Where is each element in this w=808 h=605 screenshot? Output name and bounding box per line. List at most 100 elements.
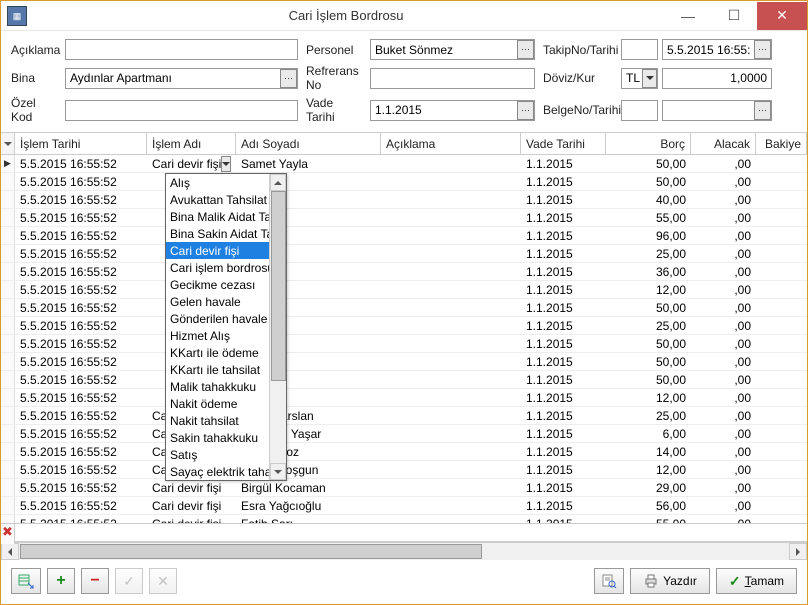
cell[interactable] xyxy=(381,173,521,190)
cell[interactable]: Esra Yağcıoğlu xyxy=(236,497,381,514)
table-row[interactable]: 5.5.2015 16:55:52Cari devir fişiMürsel A… xyxy=(1,407,807,425)
grid-options-button[interactable] xyxy=(11,568,41,594)
cell[interactable]: ,00 xyxy=(691,371,756,388)
personel-input[interactable] xyxy=(370,39,535,60)
row-handle[interactable] xyxy=(1,497,15,514)
col-islem-adi[interactable]: İşlem Adı xyxy=(147,133,236,154)
row-handle[interactable] xyxy=(1,335,15,352)
cell[interactable]: 5.5.2015 16:55:52 xyxy=(15,407,147,424)
row-handle[interactable] xyxy=(1,191,15,208)
cell[interactable]: 1.1.2015 xyxy=(521,497,606,514)
row-handle[interactable] xyxy=(1,371,15,388)
table-row[interactable]: 5.5.2015 16:55:52Cari devir fişiMesut Co… xyxy=(1,461,807,479)
cell[interactable]: 5.5.2015 16:55:52 xyxy=(15,443,147,460)
close-button[interactable]: ✕ xyxy=(757,2,807,30)
cell[interactable]: Cari devir fişi xyxy=(147,515,236,523)
dropdown-item[interactable]: Bina Sakin Aidat Tahakkuku xyxy=(166,225,269,242)
takiptarihi-lookup-button[interactable]: ⋯ xyxy=(754,40,771,59)
row-handle[interactable] xyxy=(1,389,15,406)
aciklama-input[interactable] xyxy=(65,39,298,60)
cell[interactable]: 1.1.2015 xyxy=(521,281,606,298)
dropdown-item[interactable]: Sakin tahakkuku xyxy=(166,429,269,446)
cell[interactable]: 1.1.2015 xyxy=(521,407,606,424)
cell[interactable]: ,00 xyxy=(691,299,756,316)
cell[interactable]: 29,00 xyxy=(606,479,691,496)
dropdown-item[interactable]: Cari işlem bordrosu xyxy=(166,259,269,276)
row-handle[interactable]: ▶ xyxy=(1,155,15,172)
cell[interactable]: 5.5.2015 16:55:52 xyxy=(15,497,147,514)
cell[interactable]: 50,00 xyxy=(606,173,691,190)
row-handle[interactable] xyxy=(1,443,15,460)
cell[interactable]: ,00 xyxy=(691,515,756,523)
row-handle[interactable] xyxy=(1,425,15,442)
cell[interactable]: 50,00 xyxy=(606,155,691,172)
cell[interactable]: 5.5.2015 16:55:52 xyxy=(15,479,147,496)
cell[interactable]: 5.5.2015 16:55:52 xyxy=(15,335,147,352)
dropdown-item[interactable]: Avukattan Tahsilat xyxy=(166,191,269,208)
cell[interactable]: 55,00 xyxy=(606,515,691,523)
cell[interactable]: 56,00 xyxy=(606,497,691,514)
cell[interactable]: 5.5.2015 16:55:52 xyxy=(15,299,147,316)
table-row[interactable]: 5.5.2015 16:55:52Cari devir fişiEsra Yağ… xyxy=(1,497,807,515)
belgeno-input[interactable] xyxy=(621,100,658,121)
cell[interactable] xyxy=(381,479,521,496)
table-row[interactable]: 5.5.2015 16:55:521.1.201550,00,00 xyxy=(1,371,807,389)
cell[interactable]: 5.5.2015 16:55:52 xyxy=(15,317,147,334)
table-row[interactable]: 5.5.2015 16:55:52Cari devir fişiMetehan … xyxy=(1,425,807,443)
table-row[interactable]: 5.5.2015 16:55:521.1.201550,00,00 xyxy=(1,353,807,371)
cell[interactable]: 5.5.2015 16:55:52 xyxy=(15,263,147,280)
row-handle[interactable] xyxy=(1,353,15,370)
confirm-row-button[interactable]: ✓ xyxy=(115,568,143,594)
cell[interactable]: ,00 xyxy=(691,461,756,478)
row-handle[interactable] xyxy=(1,263,15,280)
cell[interactable]: 12,00 xyxy=(606,389,691,406)
cell[interactable]: 5.5.2015 16:55:52 xyxy=(15,191,147,208)
col-borc[interactable]: Borç xyxy=(606,133,691,154)
dropdown-item[interactable]: Gelen havale xyxy=(166,293,269,310)
cell[interactable]: 1.1.2015 xyxy=(521,371,606,388)
cell[interactable]: 5.5.2015 16:55:52 xyxy=(15,515,147,523)
cell[interactable]: ,00 xyxy=(691,353,756,370)
cell[interactable] xyxy=(381,281,521,298)
cell[interactable]: 1.1.2015 xyxy=(521,443,606,460)
cell[interactable] xyxy=(381,191,521,208)
cell[interactable] xyxy=(381,371,521,388)
cell[interactable]: ,00 xyxy=(691,245,756,262)
personel-lookup-button[interactable]: ⋯ xyxy=(517,40,534,59)
row-handle[interactable] xyxy=(1,317,15,334)
table-row[interactable]: ▶5.5.2015 16:55:52Cari devir fişiSamet Y… xyxy=(1,155,807,173)
cell[interactable]: 5.5.2015 16:55:52 xyxy=(15,209,147,226)
dropdown-item[interactable]: Sayaç elektrik tahakkuku xyxy=(166,463,269,480)
takipno-input[interactable] xyxy=(621,39,658,60)
cell[interactable]: ,00 xyxy=(691,155,756,172)
bina-lookup-button[interactable]: ⋯ xyxy=(280,69,297,88)
cell[interactable]: ,00 xyxy=(691,389,756,406)
row-handle[interactable] xyxy=(1,227,15,244)
dropdown-item[interactable]: Cari devir fişi xyxy=(166,242,269,259)
cell[interactable]: ,00 xyxy=(691,281,756,298)
cell[interactable]: 1.1.2015 xyxy=(521,209,606,226)
dropdown-item[interactable]: Nakit ödeme xyxy=(166,395,269,412)
row-handle[interactable] xyxy=(1,461,15,478)
minimize-button[interactable]: — xyxy=(665,2,711,30)
cell[interactable]: 1.1.2015 xyxy=(521,479,606,496)
belgetarihi-lookup-button[interactable]: ⋯ xyxy=(754,101,771,120)
cell[interactable]: 14,00 xyxy=(606,443,691,460)
row-handle[interactable] xyxy=(1,407,15,424)
col-vade-tarihi[interactable]: Vade Tarihi xyxy=(521,133,606,154)
table-row[interactable]: 5.5.2015 16:55:52k1.1.201540,00,00 xyxy=(1,191,807,209)
table-row[interactable]: 5.5.2015 16:55:52ü1.1.201550,00,00 xyxy=(1,299,807,317)
cell[interactable]: 50,00 xyxy=(606,335,691,352)
cell[interactable]: 5.5.2015 16:55:52 xyxy=(15,155,147,172)
vadetarihi-input[interactable] xyxy=(370,100,535,121)
row-handle[interactable] xyxy=(1,515,15,523)
cell[interactable]: 1.1.2015 xyxy=(521,191,606,208)
add-row-button[interactable]: + xyxy=(47,568,75,594)
horizontal-scrollbar[interactable] xyxy=(1,542,807,560)
cell[interactable]: 5.5.2015 16:55:52 xyxy=(15,371,147,388)
table-row[interactable]: 5.5.2015 16:55:52n1.1.201596,00,00 xyxy=(1,227,807,245)
ok-button[interactable]: ✓Tamam xyxy=(716,568,797,594)
row-handle[interactable] xyxy=(1,209,15,226)
vadetarihi-lookup-button[interactable]: ⋯ xyxy=(517,101,534,120)
cell[interactable]: ,00 xyxy=(691,335,756,352)
